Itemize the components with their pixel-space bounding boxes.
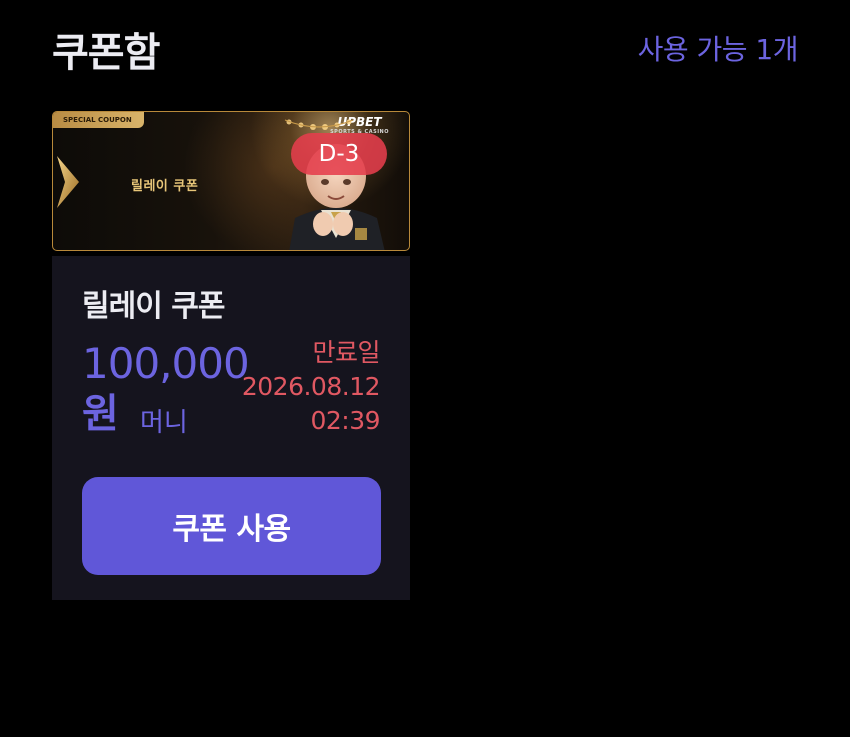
coupon-banner: SPECIAL COUPON UPBET SPORTS & CASINO 릴레이… [52, 111, 410, 251]
expiry-label: 만료일 [312, 338, 380, 367]
coupon-amount: 100,000 [82, 339, 250, 388]
currency-label: 원 [82, 391, 119, 437]
gold-chevron-icon [57, 156, 79, 208]
coupon-card: SPECIAL COUPON UPBET SPORTS & CASINO 릴레이… [52, 111, 410, 600]
use-coupon-button[interactable]: 쿠폰 사용 [82, 477, 381, 575]
banner-coupon-title: 릴레이 쿠폰 [131, 179, 199, 194]
page-title: 쿠폰함 [52, 30, 160, 76]
expiry-info: 만료일 2026.08.12 02:39 [241, 336, 381, 438]
coupon-name: 릴레이 쿠폰 [82, 289, 225, 324]
money-type-label: 머니 [140, 408, 188, 438]
coupon-box-page: 쿠폰함 사용 가능 1개 SPECIAL COUPON UPBET SPORTS… [0, 0, 850, 737]
expiry-date: 2026.08.12 [241, 372, 381, 401]
dday-badge: D-3 [291, 133, 387, 175]
expiry-time: 02:39 [310, 406, 380, 435]
coupon-details: 릴레이 쿠폰 100,000 원 머니 만료일 2026.08.12 02:39… [52, 256, 410, 600]
special-coupon-tag: SPECIAL COUPON [53, 112, 144, 128]
available-count: 사용 가능 1개 [637, 33, 799, 66]
chandelier-image [284, 119, 354, 130]
